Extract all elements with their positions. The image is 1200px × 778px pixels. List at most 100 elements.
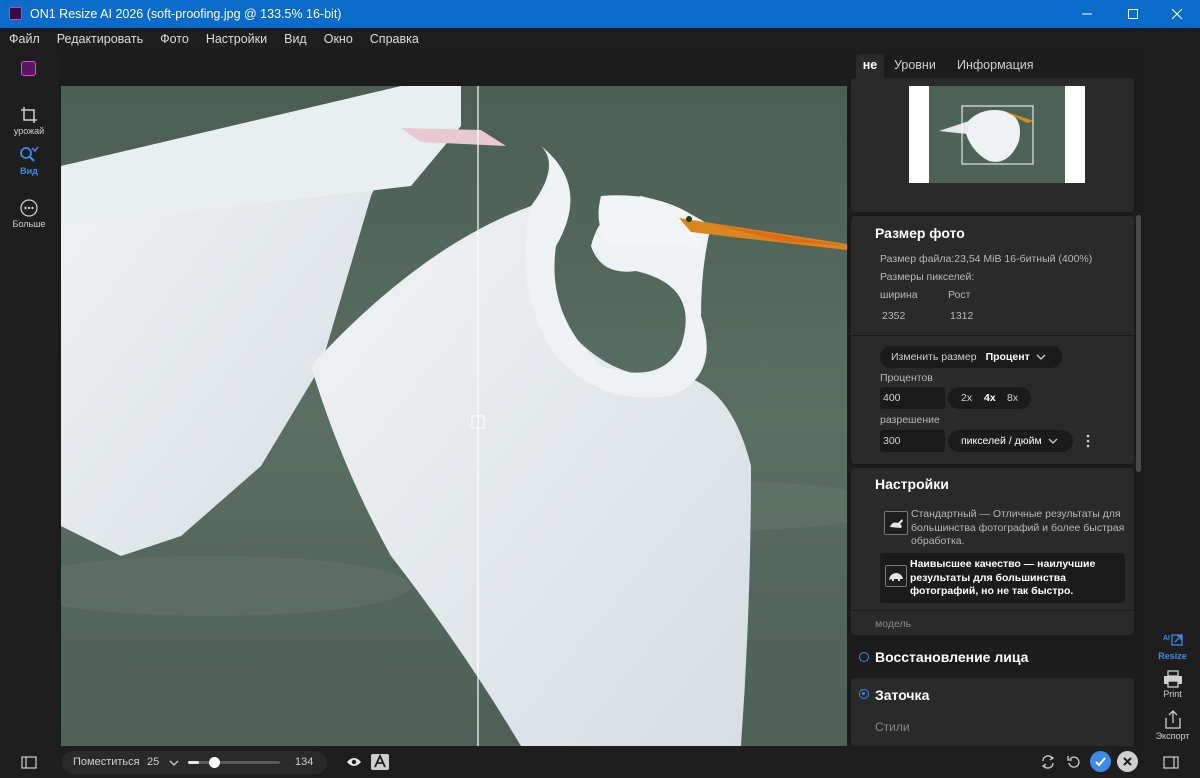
chevron-down-icon — [1048, 438, 1058, 444]
menu-window[interactable]: Окно — [324, 32, 353, 46]
resolution-input[interactable]: 300 — [880, 430, 945, 452]
width-label: ширина — [880, 289, 918, 301]
right-panel: не Уровни Информация Размер фото Размер … — [849, 50, 1145, 746]
tab-nav[interactable]: не — [856, 54, 884, 80]
styles-label: Стили — [875, 720, 910, 734]
menu-photo[interactable]: Фото — [160, 32, 189, 46]
close-button[interactable] — [1154, 0, 1200, 28]
resize-by-label: Изменить размер — [891, 351, 977, 363]
standard-mode-text[interactable]: Стандартный — Отличные результаты для бо… — [911, 508, 1125, 549]
navigator-thumbnail[interactable] — [909, 86, 1085, 183]
cancel-button[interactable] — [1117, 751, 1138, 772]
photo-canvas[interactable] — [61, 86, 847, 746]
left-toolbar: урожай Вид Больше — [0, 50, 58, 746]
sharpening-label: Заточка — [875, 687, 930, 703]
reset-icon[interactable] — [1067, 755, 1081, 769]
scale-2x-button[interactable]: 2x — [961, 392, 972, 404]
print-label: Print — [1163, 689, 1182, 699]
percent-label: Процентов — [880, 372, 933, 384]
app-logo-icon — [21, 61, 36, 76]
settings-card: Настройки Стандартный — Отличные результ… — [851, 468, 1134, 635]
soft-proof-button[interactable] — [371, 753, 389, 770]
resize-label: Resize — [1158, 651, 1187, 661]
highest-mode-icon — [885, 565, 907, 587]
title-bar: ON1 Resize AI 2026 (soft-proofing.jpg @ … — [0, 0, 1200, 28]
zoom-slider-fill — [188, 761, 200, 764]
rabbit-icon — [890, 519, 903, 528]
kebab-menu-icon[interactable] — [1085, 434, 1091, 448]
view-tool[interactable]: Вид — [0, 146, 58, 176]
eye-icon[interactable] — [346, 756, 362, 768]
file-size-text: Размер файла:23,54 MiB 16-битный (400%) — [880, 253, 1093, 265]
right-rail: AI Resize Print Экспорт — [1145, 50, 1200, 746]
menu-edit[interactable]: Редактировать — [57, 32, 143, 46]
face-recovery-section[interactable]: Восстановление лица — [851, 639, 1134, 674]
resize-ai-icon: AI — [1163, 634, 1183, 646]
zoom-slider[interactable] — [188, 757, 280, 768]
check-icon — [1095, 757, 1106, 767]
width-value: 2352 — [882, 310, 906, 322]
print-module-button[interactable]: Print — [1145, 670, 1200, 699]
highest-mode-text: Наивысшее качество — наилучшие результат… — [910, 558, 1096, 597]
svg-text:AI: AI — [1163, 635, 1170, 642]
printer-icon — [1163, 670, 1182, 688]
more-tool[interactable]: Больше — [0, 199, 58, 229]
sharpening-section: Заточка Стили — [851, 678, 1134, 746]
photo-size-title: Размер фото — [875, 225, 965, 241]
resize-by-value: Процент — [985, 351, 1030, 363]
resolution-unit-dropdown[interactable]: пикселей / дюйм — [948, 430, 1073, 452]
egret-photo — [61, 86, 847, 746]
window-title: ON1 Resize AI 2026 (soft-proofing.jpg @ … — [30, 7, 342, 21]
zoom-slider-thumb[interactable] — [209, 757, 221, 768]
app-icon — [9, 7, 22, 20]
height-label: Рост — [948, 289, 971, 301]
standard-mode-icon — [884, 511, 908, 535]
height-value: 1312 — [950, 310, 974, 322]
scale-8x-button[interactable]: 8x — [1007, 392, 1018, 404]
tab-info[interactable]: Информация — [957, 54, 1034, 78]
navigator-card — [851, 78, 1134, 212]
view-tool-label: Вид — [20, 166, 38, 176]
chevron-down-icon — [1036, 354, 1046, 360]
face-recovery-label: Восстановление лица — [875, 649, 1029, 665]
zoom-hand-icon — [20, 146, 39, 162]
chevron-down-icon[interactable] — [169, 759, 179, 767]
photo-size-card: Размер фото Размер файла:23,54 MiB 16-би… — [851, 216, 1134, 464]
menu-settings[interactable]: Настройки — [206, 32, 267, 46]
sharpening-toggle[interactable] — [859, 689, 869, 699]
highest-quality-option[interactable]: Наивысшее качество — наилучшие результат… — [880, 553, 1125, 603]
model-label: модель — [875, 618, 912, 630]
face-recovery-toggle[interactable] — [859, 652, 869, 662]
zoom-value[interactable]: 25 — [147, 756, 159, 768]
more-icon — [20, 199, 38, 217]
crop-tool[interactable]: урожай — [0, 106, 58, 136]
apply-button[interactable] — [1090, 751, 1111, 772]
zoom-control: Поместиться 25 134 — [62, 751, 327, 774]
menu-file[interactable]: Файл — [9, 32, 40, 46]
toggle-left-panel-icon[interactable] — [21, 756, 37, 769]
resize-module-button[interactable]: AI Resize — [1145, 632, 1200, 661]
export-icon — [1164, 710, 1181, 729]
zoom-slider-value: 134 — [295, 756, 314, 768]
menu-view[interactable]: Вид — [284, 32, 307, 46]
toggle-right-panel-icon[interactable] — [1163, 756, 1179, 769]
export-module-button[interactable]: Экспорт — [1145, 710, 1200, 741]
export-label: Экспорт — [1155, 731, 1190, 741]
percent-input[interactable]: 400 — [880, 387, 945, 409]
resolution-label: разрешение — [880, 414, 940, 426]
minimize-button[interactable] — [1064, 0, 1110, 28]
maximize-button[interactable] — [1110, 0, 1156, 28]
crop-tool-label: урожай — [13, 126, 45, 136]
settings-title: Настройки — [875, 476, 949, 492]
sync-icon[interactable] — [1041, 755, 1055, 769]
resize-by-dropdown[interactable]: Изменить размер Процент — [880, 346, 1062, 368]
close-icon — [1123, 757, 1132, 766]
menu-help[interactable]: Справка — [370, 32, 419, 46]
panel-scrollbar[interactable] — [1136, 215, 1141, 472]
tab-levels[interactable]: Уровни — [894, 54, 936, 78]
more-tool-label: Больше — [12, 219, 46, 229]
bottom-bar: Поместиться 25 134 — [0, 746, 1200, 778]
divider — [851, 335, 1134, 336]
fit-button[interactable]: Поместиться — [73, 756, 140, 768]
scale-4x-button[interactable]: 4x — [984, 392, 996, 404]
